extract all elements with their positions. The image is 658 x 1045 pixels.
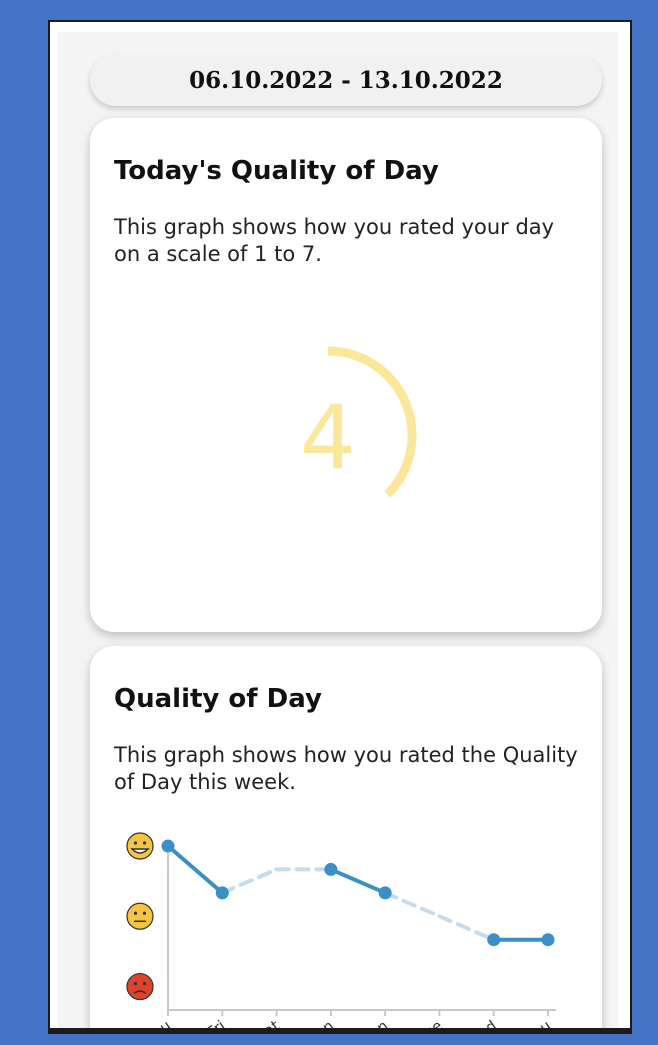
x-tick-label: hu (528, 1017, 554, 1028)
x-tick-label: ue (420, 1017, 446, 1028)
data-point (324, 862, 338, 876)
x-tick-label: on (366, 1017, 392, 1028)
series-segment (437, 914, 496, 942)
series-segment (166, 844, 225, 895)
week-card-description: This graph shows how you rated the Quali… (114, 743, 578, 794)
data-point (487, 933, 501, 947)
x-tick-label: hu (148, 1017, 174, 1028)
angry-face-icon (126, 972, 154, 1001)
x-tick-label: un (311, 1017, 337, 1028)
data-point (161, 839, 175, 853)
date-range-label: 06.10.2022 - 13.10.2022 (189, 66, 503, 94)
data-point (378, 886, 392, 900)
today-card-description: This graph shows how you rated your day … (114, 215, 555, 266)
content-area: 06.10.2022 - 13.10.2022 Today's Quality … (58, 32, 618, 1028)
grinning-face-icon (126, 832, 154, 860)
x-tick-label: Fri (204, 1017, 229, 1028)
app-screen: 06.10.2022 - 13.10.2022 Today's Quality … (50, 22, 630, 1028)
series-segment (220, 867, 279, 895)
data-point (541, 933, 555, 947)
week-quality-card: Quality of Day This graph shows how you … (90, 646, 602, 1028)
today-quality-card: Today's Quality of Day This graph shows … (90, 118, 602, 632)
week-quality-chart: hu Fri Sat un on ue ed hu (126, 832, 556, 1028)
today-card-title: Today's Quality of Day (114, 156, 439, 186)
gauge-value: 4 (300, 386, 356, 489)
data-point (215, 886, 229, 900)
x-tick-label: ed (474, 1017, 500, 1028)
today-rating-gauge: 4 (300, 346, 417, 498)
x-tick-label: Sat (252, 1016, 283, 1028)
week-card-title: Quality of Day (114, 684, 322, 714)
series-segment (328, 867, 388, 895)
series-segment (383, 890, 442, 919)
date-range-selector[interactable]: 06.10.2022 - 13.10.2022 (90, 54, 602, 106)
neutral-face-icon (126, 902, 154, 930)
